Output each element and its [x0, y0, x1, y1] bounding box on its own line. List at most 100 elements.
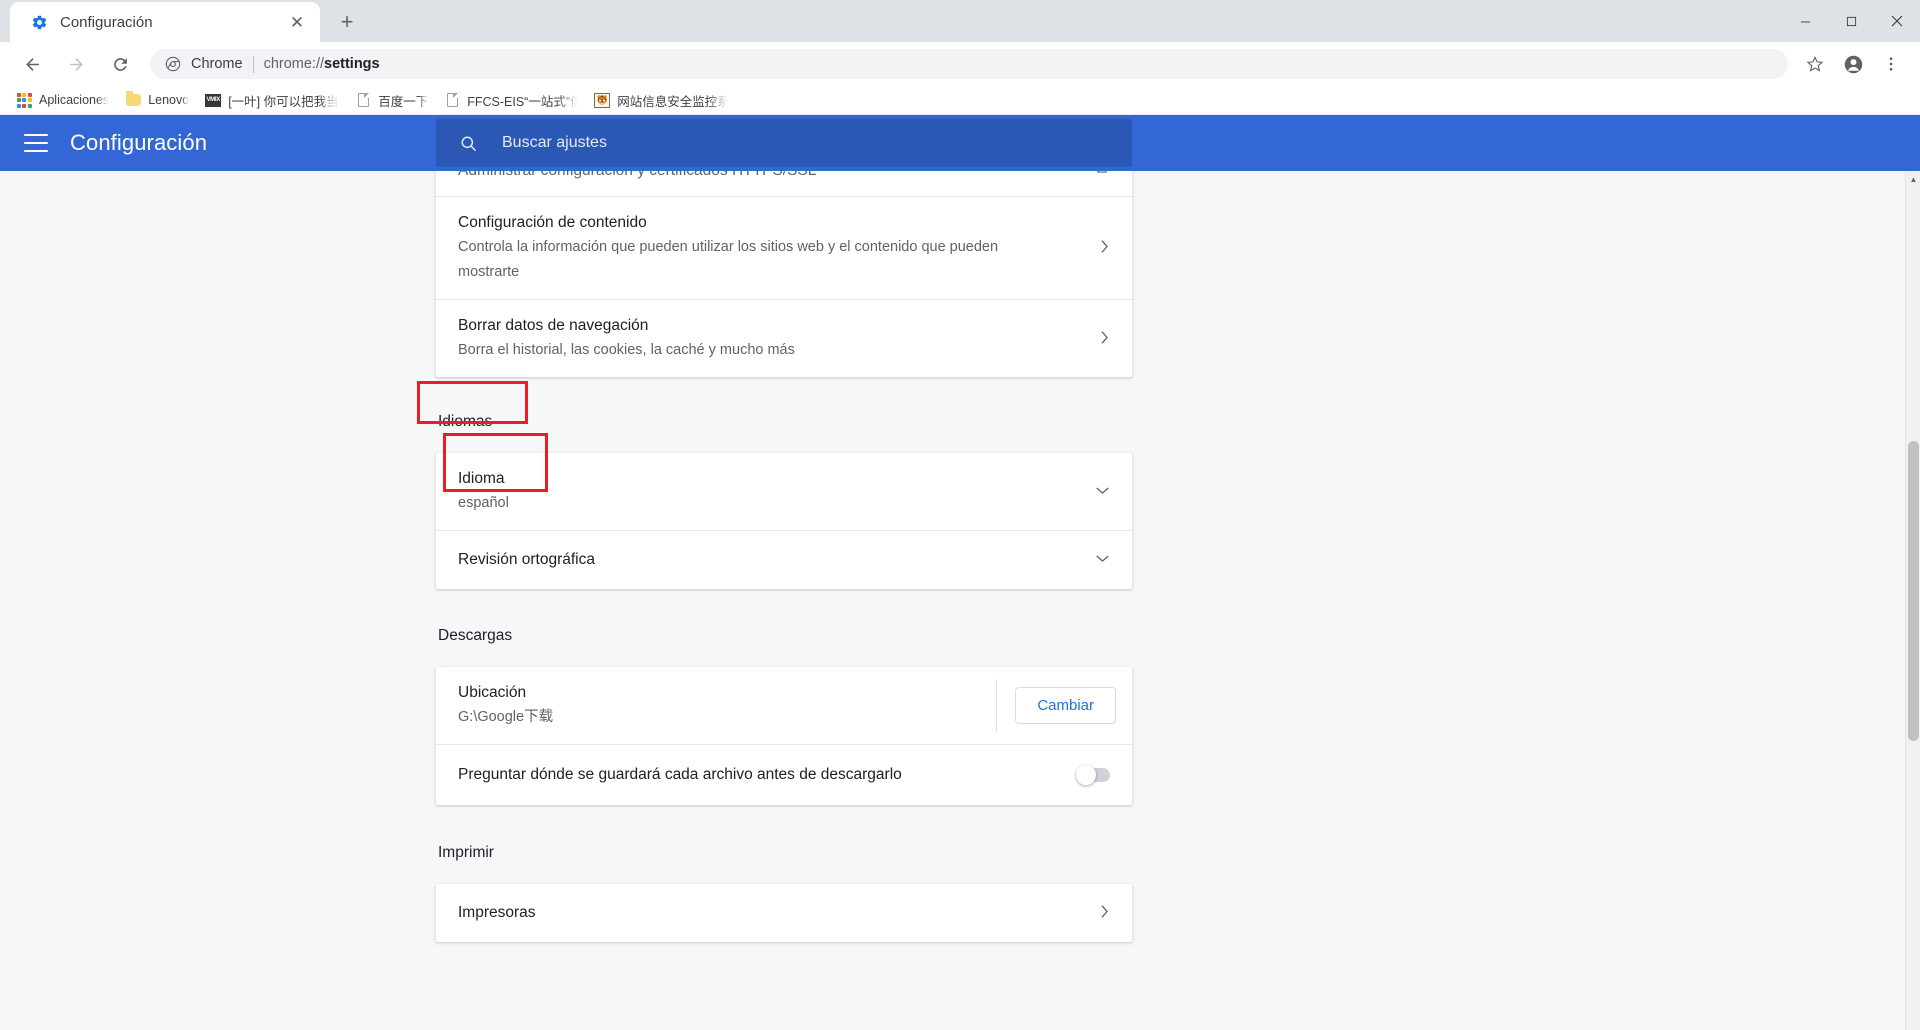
- bookmark-label: 百度一下: [378, 94, 429, 109]
- row-content-settings[interactable]: Configuración de contenido Controla la i…: [436, 197, 1132, 300]
- window-controls: [1782, 0, 1920, 42]
- row-texts: Configuración de contenido Controla la i…: [458, 197, 1085, 299]
- forward-icon[interactable]: [59, 47, 93, 81]
- tab-strip: Configuración ✕ +: [0, 0, 1920, 42]
- bookmark-item-ffcs-eis[interactable]: FFCS-EIS“一站式”信息: [436, 88, 586, 112]
- profile-avatar[interactable]: [1838, 49, 1868, 79]
- tab-title: Configuración: [60, 13, 153, 31]
- address-bar[interactable]: Chrome chrome://settings: [150, 49, 1788, 79]
- scroll-up-arrow-icon[interactable]: ▲: [1906, 171, 1920, 187]
- section-title-idiomas: Idiomas: [438, 413, 493, 430]
- bookmark-label: Aplicaciones: [39, 93, 110, 107]
- window-maximize-button[interactable]: [1828, 0, 1874, 42]
- row-subtitle: Borra el historial, las cookies, la cach…: [458, 342, 795, 358]
- document-icon: [444, 92, 460, 108]
- bookmark-item-baidu[interactable]: 百度一下: [347, 88, 436, 112]
- vmix-icon: VMIX: [205, 92, 222, 108]
- settings-column: Administrar configuración y certificados…: [436, 171, 1132, 942]
- omnibox-divider: [252, 55, 254, 73]
- row-ask-where-to-save[interactable]: Preguntar dónde se guardará cada archivo…: [436, 745, 1132, 805]
- row-language[interactable]: Idioma español: [436, 453, 1132, 531]
- browser-tab-configuracion[interactable]: Configuración ✕: [10, 2, 320, 42]
- printing-section: Imprimir: [436, 830, 1132, 875]
- bookmark-item-security-monitor[interactable]: 🐯 网站信息安全监控系统: [586, 88, 736, 112]
- window-minimize-button[interactable]: [1782, 0, 1828, 42]
- row-texts: Administrar configuración y certificados…: [458, 171, 1080, 194]
- downloads-card: Ubicación G:\Google下载 Cambiar Preguntar …: [436, 667, 1132, 805]
- row-title: Revisión ortográfica: [458, 551, 595, 568]
- row-title: Configuración de contenido: [458, 214, 647, 231]
- folder-icon: [125, 91, 141, 108]
- settings-content-area: Administrar configuración y certificados…: [0, 171, 1920, 1030]
- row-https-certificates[interactable]: Administrar configuración y certificados…: [436, 171, 1132, 197]
- row-title: Impresoras: [458, 904, 536, 921]
- bookmark-label: [一叶] 你可以把我当成: [228, 94, 340, 109]
- row-subtitle: G:\Google下载: [458, 709, 554, 725]
- omnibox-url: chrome://settings: [264, 56, 380, 72]
- omnibox-url-path: settings: [324, 56, 380, 72]
- chevron-down-icon[interactable]: [1095, 553, 1110, 567]
- chrome-menu-icon[interactable]: [1876, 49, 1906, 79]
- scrollbar-thumb[interactable]: [1908, 441, 1919, 741]
- tab-close-icon[interactable]: ✕: [286, 11, 308, 33]
- row-title: Administrar configuración y certificados…: [458, 171, 1080, 183]
- row-title: Idioma: [458, 470, 505, 487]
- divider: [996, 679, 998, 732]
- settings-header: Configuración Buscar ajustes: [0, 115, 1920, 171]
- security-icon: 🐯: [594, 92, 611, 108]
- search-input[interactable]: Buscar ajustes: [502, 134, 607, 152]
- omnibox-url-prefix: chrome://: [263, 56, 325, 72]
- section-title-descargas: Descargas: [438, 627, 513, 644]
- gear-icon: [30, 13, 48, 31]
- row-download-location: Ubicación G:\Google下载 Cambiar: [436, 667, 1132, 745]
- row-texts: Revisión ortográfica: [458, 534, 1081, 586]
- section-title-imprimir: Imprimir: [438, 844, 494, 861]
- back-icon[interactable]: [15, 47, 49, 81]
- change-download-location-button[interactable]: Cambiar: [1015, 687, 1116, 724]
- settings-search-box[interactable]: Buscar ajustes: [436, 119, 1132, 167]
- bookmark-star-icon[interactable]: [1800, 49, 1830, 79]
- chevron-right-icon[interactable]: [1099, 239, 1110, 257]
- page-scrollbar[interactable]: ▲ ▼: [1905, 171, 1920, 1030]
- row-texts: Impresoras: [458, 887, 1085, 939]
- downloads-section: Descargas: [436, 613, 1132, 658]
- search-icon: [458, 133, 478, 153]
- privacy-settings-card: Administrar configuración y certificados…: [436, 171, 1132, 377]
- page-title: Configuración: [70, 130, 208, 155]
- printing-card: Impresoras: [436, 884, 1132, 942]
- row-printers[interactable]: Impresoras: [436, 884, 1132, 942]
- chevron-right-icon[interactable]: [1099, 330, 1110, 348]
- chevron-right-icon[interactable]: [1099, 904, 1110, 922]
- bookmark-item-aplicaciones[interactable]: Aplicaciones: [8, 88, 117, 112]
- bookmarks-bar: Aplicaciones Lenovo VMIX [一叶] 你可以把我当成 百度…: [0, 86, 1920, 115]
- chevron-down-icon[interactable]: [1095, 485, 1110, 499]
- row-title: Borrar datos de navegación: [458, 317, 649, 334]
- bookmark-label: 网站信息安全监控系统: [617, 94, 729, 109]
- row-subtitle: español: [458, 495, 509, 511]
- row-clear-browsing-data[interactable]: Borrar datos de navegación Borra el hist…: [436, 300, 1132, 377]
- apps-grid-icon: [16, 92, 32, 108]
- bookmark-item-yiye[interactable]: VMIX [一叶] 你可以把我当成: [197, 88, 347, 112]
- row-texts: Ubicación G:\Google下载: [458, 667, 996, 744]
- bookmark-item-lenovo[interactable]: Lenovo: [117, 88, 197, 112]
- new-tab-button[interactable]: +: [330, 5, 364, 39]
- browser-toolbar: Chrome chrome://settings: [0, 42, 1920, 86]
- omnibox-scheme-chip: Chrome: [191, 56, 243, 72]
- hamburger-icon[interactable]: [24, 134, 48, 152]
- languages-card: Idioma español Revisión ortográfica: [436, 453, 1132, 589]
- languages-section: Idiomas: [436, 399, 1132, 444]
- ask-where-to-save-toggle[interactable]: [1076, 765, 1110, 785]
- window-close-button[interactable]: [1874, 0, 1920, 42]
- row-title: Preguntar dónde se guardará cada archivo…: [458, 766, 902, 783]
- external-link-icon[interactable]: [1094, 171, 1110, 181]
- row-title: Ubicación: [458, 684, 527, 701]
- row-texts: Idioma español: [458, 453, 1081, 530]
- row-subtitle: Controla la información que pueden utili…: [458, 239, 999, 280]
- document-icon: [355, 92, 371, 108]
- reload-icon[interactable]: [103, 47, 137, 81]
- row-spell-check[interactable]: Revisión ortográfica: [436, 531, 1132, 589]
- bookmark-label: Lenovo: [148, 93, 190, 107]
- row-texts: Preguntar dónde se guardará cada archivo…: [458, 749, 1058, 801]
- chrome-logo-icon: [164, 56, 181, 73]
- row-texts: Borrar datos de navegación Borra el hist…: [458, 300, 1085, 377]
